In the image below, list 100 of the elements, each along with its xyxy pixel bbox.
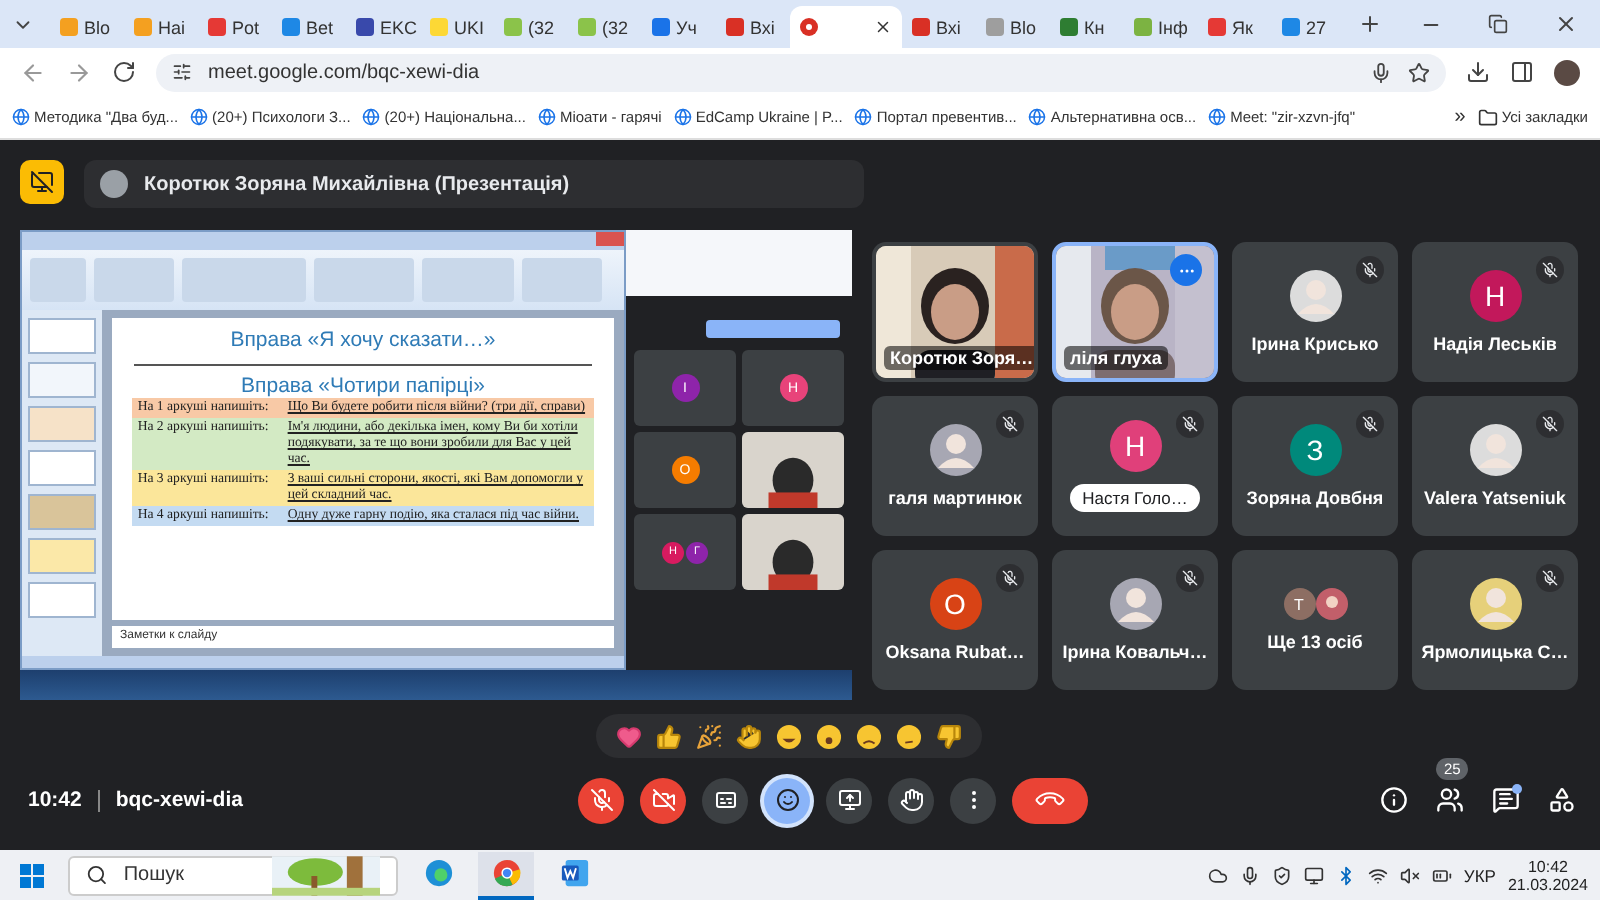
restore-icon[interactable]	[1488, 14, 1508, 34]
clock[interactable]: 10:42 21.03.2024	[1507, 857, 1588, 893]
present-button[interactable]	[826, 777, 872, 823]
chrome-app-button[interactable]	[478, 851, 534, 899]
thumbs-down-icon[interactable]	[935, 723, 961, 749]
hand-button[interactable]	[888, 777, 934, 823]
profile-avatar[interactable]	[1554, 59, 1580, 85]
participant-name: галя мартинюк	[888, 488, 1022, 508]
language-indicator[interactable]: УКР	[1463, 865, 1496, 885]
site-settings-icon[interactable]	[172, 62, 192, 82]
close-icon[interactable]	[874, 18, 892, 36]
name-label: Настя Голо…	[1070, 484, 1200, 512]
avatar	[1315, 588, 1347, 620]
new-tab-icon[interactable]	[1358, 12, 1382, 36]
mic-off-icon	[1542, 416, 1558, 432]
browser-tab[interactable]: Наі	[124, 6, 198, 48]
mic-off-icon	[1002, 570, 1018, 586]
mic-off-icon	[589, 788, 613, 812]
browser-tab[interactable]: UKI	[420, 6, 494, 48]
browser-tab[interactable]	[790, 6, 902, 48]
avatar	[100, 170, 128, 198]
participant-name: ліля глуха	[1064, 346, 1168, 370]
search-box[interactable]: Пошук	[68, 855, 398, 895]
browser-tab[interactable]: Bet	[272, 6, 346, 48]
browser-tab[interactable]: Уч	[642, 6, 716, 48]
mic-off-icon	[1002, 416, 1018, 432]
browser-tab[interactable]: Інф	[1124, 6, 1198, 48]
browser-tab[interactable]: (32	[494, 6, 568, 48]
thinking-face-icon[interactable]	[895, 723, 921, 749]
volume-muted-icon[interactable]	[1399, 865, 1420, 885]
search-field[interactable]: Пошук	[119, 862, 260, 888]
browser-tab[interactable]: Кн	[1050, 6, 1124, 48]
close-icon	[596, 232, 624, 246]
reload-button[interactable]	[112, 60, 136, 84]
forward-button[interactable]	[66, 59, 92, 85]
mic-button[interactable]	[578, 777, 624, 823]
search-icon	[86, 864, 108, 886]
side-panel-icon[interactable]	[1510, 60, 1534, 84]
monitor-icon[interactable]	[1303, 865, 1324, 885]
participant-name: Ірина Крисько	[1251, 334, 1379, 354]
address-bar[interactable]: meet.google.com/bqc-xewi-dia	[156, 53, 1446, 91]
close-icon[interactable]	[1554, 12, 1578, 36]
browser-tab[interactable]: Blo	[50, 6, 124, 48]
people-icon[interactable]	[1436, 786, 1464, 814]
camera-button[interactable]	[640, 777, 686, 823]
folder-icon	[1477, 107, 1498, 127]
shield-icon[interactable]	[1271, 865, 1292, 885]
mic-off-icon	[1182, 416, 1198, 432]
download-icon[interactable]	[1466, 60, 1490, 84]
bookmark-star-icon[interactable]	[1408, 61, 1430, 83]
more-bookmarks-button[interactable]: »	[1454, 106, 1466, 128]
globe-icon	[1208, 108, 1227, 126]
heart-icon[interactable]	[615, 723, 641, 749]
mic-off-icon	[1542, 262, 1558, 278]
mic-icon[interactable]	[1239, 865, 1260, 885]
shapes-icon[interactable]	[1548, 786, 1576, 814]
browser-tab[interactable]: Вхі	[902, 6, 976, 48]
bluetooth-icon[interactable]	[1335, 865, 1356, 885]
reactions-button[interactable]	[764, 777, 810, 823]
party-popper-icon[interactable]	[695, 723, 721, 749]
wifi-icon[interactable]	[1367, 865, 1388, 885]
cloud-icon[interactable]	[1207, 865, 1228, 885]
info-icon[interactable]	[1380, 786, 1408, 814]
avatar: Н	[1469, 270, 1521, 322]
browser-tab[interactable]: 27	[1272, 6, 1346, 48]
mic-off-icon	[1362, 416, 1378, 432]
captions-icon	[713, 788, 737, 812]
avatar	[1469, 578, 1521, 630]
participant-name: Ірина Ковальч…	[1062, 642, 1208, 662]
browser-tab[interactable]: Як	[1198, 6, 1272, 48]
back-button[interactable]	[20, 59, 46, 85]
surprised-face-icon[interactable]	[815, 723, 841, 749]
browser-tab[interactable]: Pot	[198, 6, 272, 48]
slide-title: Вправа «Я хочу сказати…»	[230, 328, 496, 352]
chat-icon[interactable]	[1492, 786, 1520, 814]
browser-tab[interactable]: Blo	[976, 6, 1050, 48]
avatar: T	[1283, 588, 1315, 620]
more-button[interactable]	[950, 777, 996, 823]
edge-icon	[423, 858, 453, 888]
thumbs-up-icon[interactable]	[655, 723, 681, 749]
clapping-hands-icon[interactable]	[735, 723, 761, 749]
hand-icon	[899, 788, 923, 812]
participant-name: Коротюк Зоря…	[884, 346, 1034, 370]
battery-icon[interactable]	[1431, 865, 1452, 885]
avatar: З	[1289, 424, 1341, 476]
windows-icon[interactable]	[20, 863, 44, 887]
browser-tab[interactable]: Вхі	[716, 6, 790, 48]
sad-face-icon[interactable]	[855, 723, 881, 749]
laughing-face-icon[interactable]	[775, 723, 801, 749]
browser-tab[interactable]: EKC	[346, 6, 420, 48]
participant-name: Ярмолицька С…	[1421, 642, 1569, 662]
globe-icon	[1028, 108, 1047, 126]
globe-icon	[537, 108, 556, 126]
mic-off-icon	[1542, 570, 1558, 586]
mic-icon[interactable]	[1370, 61, 1392, 83]
avatar	[1289, 270, 1341, 322]
leave-button[interactable]	[1012, 777, 1088, 823]
slide-heading: Вправа «Чотири папірці»	[241, 374, 485, 398]
captions-button[interactable]	[702, 777, 748, 823]
browser-tab[interactable]: (32	[568, 6, 642, 48]
